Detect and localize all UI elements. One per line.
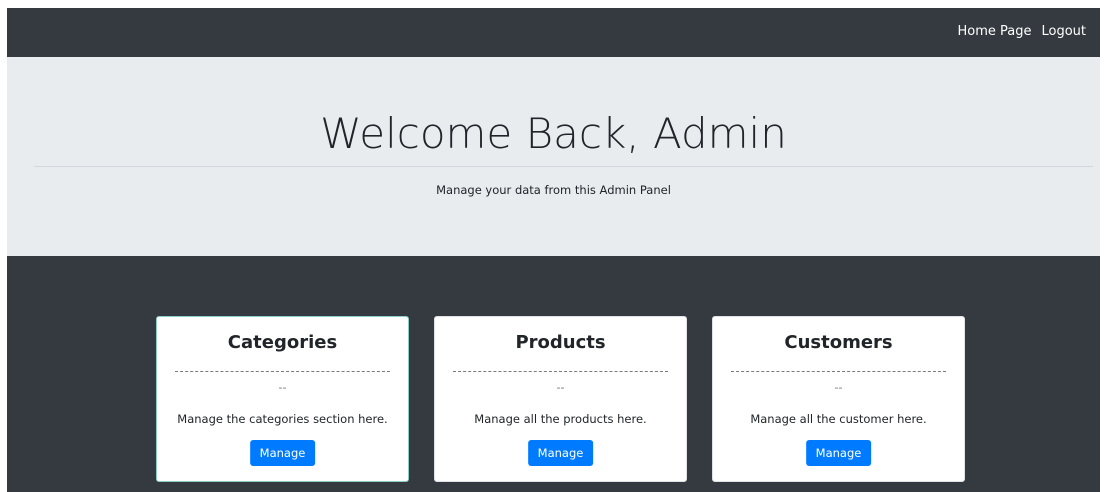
card-deck: Categories -- Manage the categories sect…	[156, 316, 965, 482]
products-card: Products -- Manage all the products here…	[434, 316, 687, 482]
card-title: Products	[515, 332, 606, 353]
card-divider	[731, 371, 946, 372]
card-description: Manage the categories section here.	[177, 412, 388, 426]
nav-links: Home Page Logout	[957, 24, 1086, 39]
card-title: Categories	[227, 332, 338, 353]
customers-card: Customers -- Manage all the customer her…	[712, 316, 965, 482]
card-placeholder: --	[278, 381, 287, 394]
logout-link[interactable]: Logout	[1041, 24, 1086, 39]
card-placeholder: --	[556, 381, 565, 394]
manage-customers-button[interactable]: Manage	[805, 440, 872, 466]
manage-categories-button[interactable]: Manage	[249, 440, 316, 466]
page-title: Welcome Back, Admin	[320, 109, 787, 158]
manage-products-button[interactable]: Manage	[527, 440, 594, 466]
navbar: Home Page Logout	[7, 8, 1100, 57]
card-description: Manage all the customer here.	[750, 412, 927, 426]
card-description: Manage all the products here.	[474, 412, 647, 426]
card-divider	[453, 371, 668, 372]
hero-lead-text: Manage your data from this Admin Panel	[436, 183, 671, 197]
hero-jumbotron: Welcome Back, Admin Manage your data fro…	[7, 57, 1100, 256]
hero-divider	[34, 166, 1093, 167]
categories-card: Categories -- Manage the categories sect…	[156, 316, 409, 482]
home-page-link[interactable]: Home Page	[957, 24, 1031, 39]
card-title: Customers	[784, 332, 893, 353]
card-divider	[175, 371, 390, 372]
card-placeholder: --	[834, 381, 843, 394]
page: Home Page Logout Welcome Back, Admin Man…	[7, 8, 1100, 492]
